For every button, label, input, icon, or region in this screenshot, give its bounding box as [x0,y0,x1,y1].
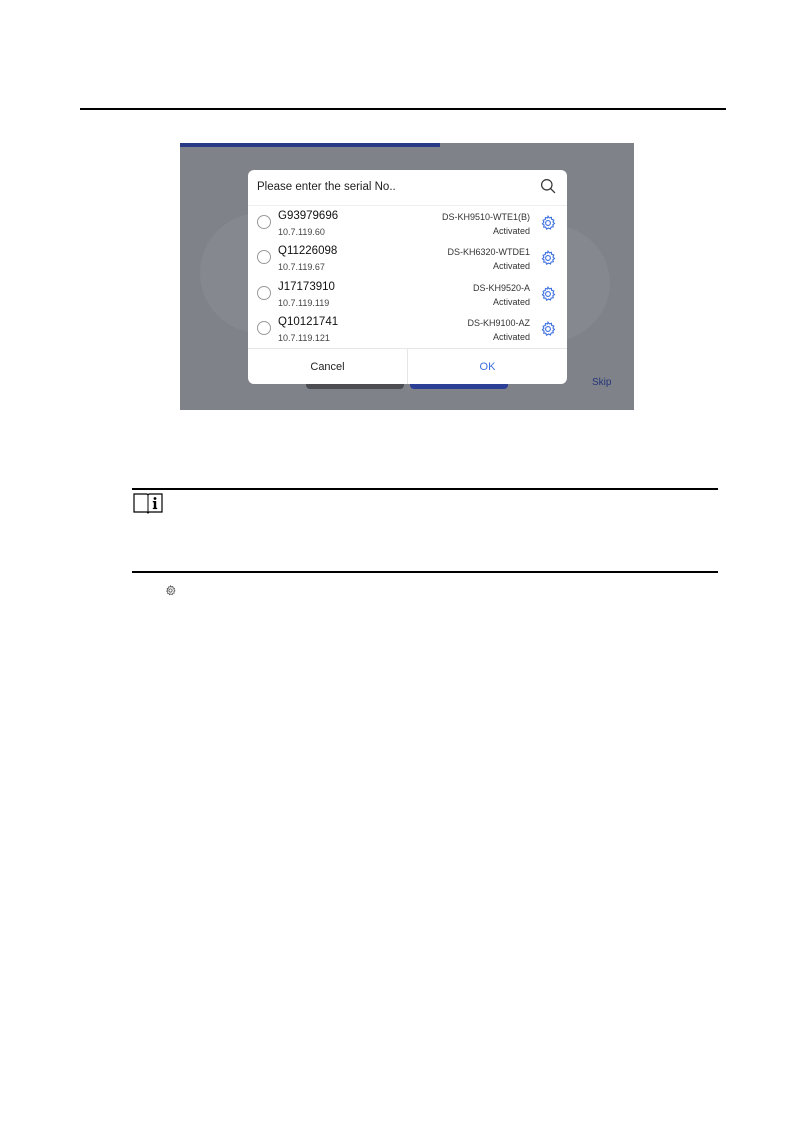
dialog-footer: Cancel OK [248,348,567,384]
device-status: Activated [492,226,530,236]
device-radio[interactable] [257,321,271,335]
device-row[interactable]: J17173910 10.7.119.119 DS-KH9520-A Activ… [248,277,567,313]
page-header-rule [80,108,726,110]
gear-icon[interactable] [540,321,556,337]
skip-link[interactable]: Skip [592,377,611,388]
device-row[interactable]: Q11226098 10.7.119.67 DS-KH6320-WTDE1 Ac… [248,241,567,277]
device-ip: 10.7.119.60 [278,227,325,237]
device-row[interactable]: Q10121741 10.7.119.121 DS-KH9100-AZ Acti… [248,312,567,348]
device-serial: J17173910 [278,281,335,293]
device-serial: Q10121741 [278,316,339,328]
progress-bar [180,143,440,147]
gear-icon[interactable] [540,215,556,231]
device-select-dialog: Please enter the serial No.. G93979696 1… [248,170,567,384]
device-ip: 10.7.119.67 [278,262,325,272]
search-bar[interactable]: Please enter the serial No.. [248,170,567,206]
gear-icon[interactable] [540,250,556,266]
note-bottom-rule [132,571,718,573]
device-radio[interactable] [257,215,271,229]
device-screenshot: Skip Please enter the serial No.. G93979… [180,143,634,410]
cancel-button[interactable]: Cancel [248,349,407,384]
device-serial: Q11226098 [278,245,338,257]
device-model: DS-KH6320-WTDE1 [447,247,530,257]
device-radio[interactable] [257,250,271,264]
device-status: Activated [492,332,530,342]
device-model: DS-KH9520-A [472,283,530,293]
device-model: DS-KH9100-AZ [467,318,530,328]
device-serial: G93979696 [278,210,339,222]
ok-button[interactable]: OK [408,349,567,384]
device-ip: 10.7.119.119 [278,298,330,308]
search-icon[interactable] [540,178,556,194]
device-status: Activated [492,297,530,307]
device-ip: 10.7.119.121 [278,333,330,343]
gear-icon[interactable] [540,286,556,302]
note-top-rule [132,488,718,490]
gear-icon [166,585,176,596]
device-row[interactable]: G93979696 10.7.119.60 DS-KH9510-WTE1(B) … [248,206,567,242]
device-radio[interactable] [257,286,271,300]
device-status: Activated [492,261,530,271]
search-input[interactable]: Please enter the serial No.. [257,181,396,193]
note-book-info-icon [133,493,163,514]
device-model: DS-KH9510-WTE1(B) [441,212,530,222]
